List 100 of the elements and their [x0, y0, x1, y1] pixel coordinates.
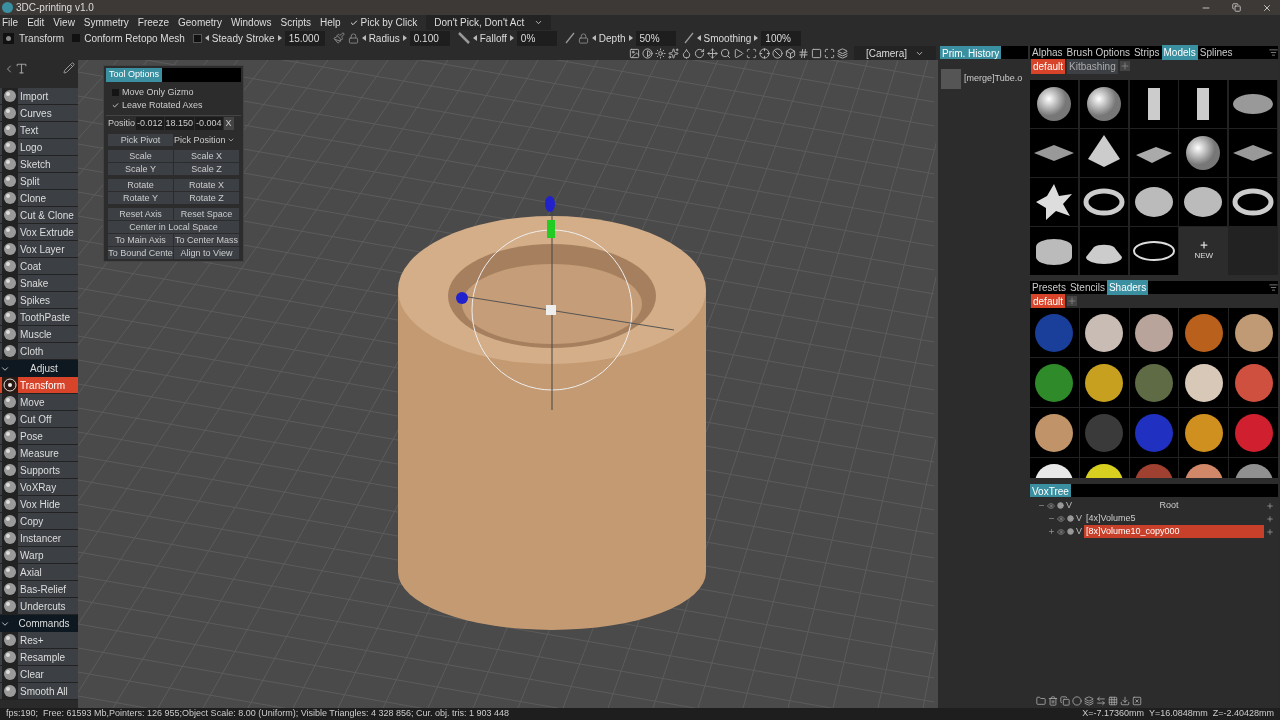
visibility-icon[interactable]	[1057, 514, 1065, 523]
tool-option-button[interactable]: Scale Y	[108, 163, 173, 175]
shader-ball[interactable]	[1184, 363, 1223, 402]
param-value-field[interactable]: 100%	[761, 30, 802, 46]
torus-model-thumbnail[interactable]	[1229, 178, 1278, 226]
circle-icon[interactable]	[1072, 696, 1082, 706]
menu-item[interactable]: Help	[320, 15, 341, 30]
menu-item[interactable]: Scripts	[280, 15, 312, 30]
diamond-model-thumbnail[interactable]	[1030, 129, 1078, 177]
add-category-icon[interactable]	[1067, 296, 1078, 306]
disc-model-thumbnail[interactable]	[1229, 80, 1278, 128]
checkbox[interactable]	[192, 33, 202, 43]
tool-item[interactable]: Muscle	[0, 326, 78, 343]
tool-item[interactable]: Snake	[0, 275, 78, 292]
cube-icon[interactable]	[784, 47, 796, 59]
tool-option-button[interactable]: To Center Mass	[174, 234, 239, 246]
visibility-icon[interactable]	[1047, 501, 1055, 510]
checkbox[interactable]	[72, 34, 81, 42]
tool-option-button[interactable]: Rotate X	[174, 179, 239, 191]
param-value-field[interactable]: 0%	[516, 30, 557, 46]
shader-ball[interactable]	[1085, 363, 1124, 402]
tool-item[interactable]: Text	[0, 122, 78, 139]
tool-item[interactable]: Import	[0, 88, 78, 105]
move-icon[interactable]	[706, 47, 718, 59]
position-field[interactable]: 18.150	[164, 116, 195, 130]
tool-item[interactable]: Coat	[0, 258, 78, 275]
shader-ball[interactable]	[1234, 313, 1273, 352]
hoop-model-thumbnail[interactable]	[1129, 227, 1178, 275]
panel-tab[interactable]: Splines	[1197, 45, 1235, 60]
rotate-icon[interactable]	[693, 47, 705, 59]
tool-option-button[interactable]: Rotate	[108, 179, 173, 191]
contrast-icon[interactable]	[641, 47, 653, 59]
checkbox[interactable]	[349, 18, 358, 27]
tool-item[interactable]: Curves	[0, 105, 78, 122]
prism-model-thumbnail[interactable]	[1179, 80, 1228, 128]
tool-option-button[interactable]: Scale Z	[174, 163, 239, 175]
tool-item[interactable]: Transform	[0, 377, 78, 394]
tool-option-button[interactable]: Rotate Y	[108, 192, 173, 204]
tool-item[interactable]: Undercuts	[0, 598, 78, 615]
tool-item[interactable]: Instancer	[0, 530, 78, 547]
close-icon[interactable]	[1132, 696, 1142, 706]
tool-item[interactable]: Clone	[0, 190, 78, 207]
tool-item[interactable]: Cut & Clone	[0, 207, 78, 224]
position-field[interactable]: -0.004	[195, 116, 223, 130]
panel-tab[interactable]: Alphas	[1030, 45, 1065, 60]
tool-item[interactable]: Sketch	[0, 156, 78, 173]
tool-item[interactable]: Measure	[0, 445, 78, 462]
panel-tab[interactable]: Presets	[1030, 280, 1068, 295]
tool-option-button[interactable]: To Main Axis	[108, 234, 173, 246]
droplet-icon[interactable]	[680, 47, 692, 59]
tool-option-button[interactable]: Reset Space	[174, 208, 239, 220]
transform-gizmo-drawing[interactable]	[456, 196, 675, 411]
star-model-thumbnail[interactable]	[1030, 178, 1078, 226]
tool-item[interactable]: Resample	[0, 649, 78, 666]
triangle-icon[interactable]	[732, 47, 744, 59]
tool-option-button[interactable]: To Bound Cente	[108, 247, 173, 259]
sphere-model-thumbnail[interactable]	[1079, 80, 1128, 128]
param-value-field[interactable]: 15.000	[284, 30, 325, 46]
panel-tab[interactable]: Tool Options	[106, 68, 163, 82]
maximize-icon[interactable]	[823, 47, 835, 59]
history-item[interactable]: [merge]Tube.o	[964, 72, 1023, 86]
add-category-icon[interactable]	[1119, 61, 1130, 71]
shader-ball[interactable]	[1135, 313, 1173, 352]
menu-item[interactable]: Edit	[27, 15, 45, 30]
tool-option-button[interactable]: Center in Local Space	[108, 221, 239, 233]
shader-ball[interactable]	[1085, 313, 1124, 352]
menu-item[interactable]: Geometry	[178, 15, 222, 30]
torus-model-thumbnail[interactable]	[1079, 178, 1128, 226]
tool-option-button[interactable]: Align to View	[174, 247, 239, 259]
tree-item[interactable]: Root	[1074, 498, 1264, 513]
pencil-icon[interactable]	[63, 62, 75, 74]
tool-item[interactable]: Copy	[0, 513, 78, 530]
menu-item[interactable]: View	[53, 15, 75, 30]
bump-model-thumbnail[interactable]	[1079, 227, 1128, 275]
prism-model-thumbnail[interactable]	[1129, 80, 1178, 128]
tool-item[interactable]: Res+	[0, 632, 78, 649]
tool-item[interactable]: Smooth All	[0, 683, 78, 700]
sparkles-icon[interactable]	[667, 47, 679, 59]
tool-item[interactable]: Bas-Relief	[0, 581, 78, 598]
layers-icon[interactable]	[836, 47, 848, 59]
panel-tab[interactable]: VoxTree	[1030, 484, 1071, 497]
add-child-icon[interactable]	[1266, 527, 1274, 536]
add-child-icon[interactable]	[1266, 514, 1274, 523]
restore-icon[interactable]	[1232, 3, 1241, 12]
visibility-icon[interactable]	[1057, 527, 1065, 536]
tool-item[interactable]: Spikes	[0, 292, 78, 309]
slab-model-thumbnail[interactable]	[1129, 129, 1178, 177]
tool-item[interactable]: Logo	[0, 139, 78, 156]
text-icon[interactable]	[15, 62, 28, 75]
trash-icon[interactable]	[1048, 696, 1058, 706]
section-header[interactable]: Adjust	[0, 360, 78, 377]
diamond-model-thumbnail[interactable]	[1229, 129, 1278, 177]
arrows-icon[interactable]	[1096, 696, 1106, 706]
clear-button[interactable]: X	[223, 116, 234, 130]
expand-icon[interactable]	[1048, 528, 1055, 535]
panel-tab[interactable]: Prim. History	[940, 46, 1002, 59]
tree-item[interactable]: [4x]Volume5	[1084, 511, 1264, 526]
tool-item[interactable]: Axial	[0, 564, 78, 581]
new-model-button[interactable]: NEW	[1179, 227, 1229, 275]
crosshair-icon[interactable]	[758, 47, 770, 59]
